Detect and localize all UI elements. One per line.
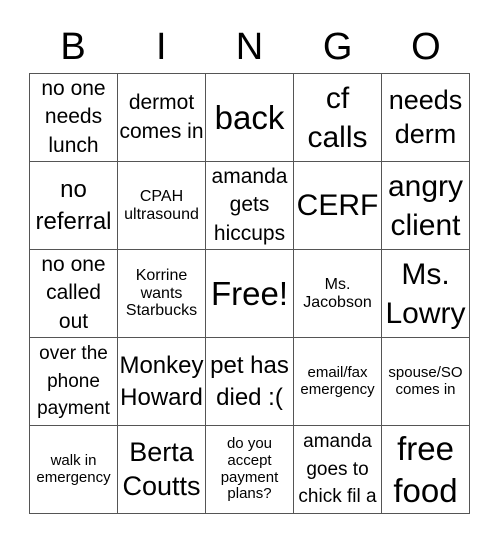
bingo-cell[interactable]: Ms. Jacobson: [294, 250, 382, 338]
header-letter-i: I: [156, 26, 167, 68]
bingo-cell[interactable]: CPAH ultrasound: [118, 162, 206, 250]
bingo-cell[interactable]: cf calls: [294, 74, 382, 162]
header-letter-b: B: [60, 26, 86, 68]
bingo-cell[interactable]: free food: [382, 426, 470, 514]
bingo-cell[interactable]: amanda goes to chick fil a: [294, 426, 382, 514]
bingo-cell[interactable]: amanda gets hiccups: [206, 162, 294, 250]
header-letter-n: N: [235, 26, 264, 68]
bingo-cell[interactable]: angry client: [382, 162, 470, 250]
bingo-cell[interactable]: over the phone payment: [30, 338, 118, 426]
bingo-cell[interactable]: dermot comes in: [118, 74, 206, 162]
bingo-cell[interactable]: CERF: [294, 162, 382, 250]
bingo-cell[interactable]: spouse/SO comes in: [382, 338, 470, 426]
bingo-grid: no one needs lunch dermot comes in back …: [29, 73, 470, 514]
bingo-cell[interactable]: walk in emergency: [30, 426, 118, 514]
bingo-cell[interactable]: Korrine wants Starbucks: [118, 250, 206, 338]
bingo-cell[interactable]: no one called out: [30, 250, 118, 338]
header-letter-o: O: [411, 26, 441, 68]
bingo-cell[interactable]: no referral: [30, 162, 118, 250]
bingo-cell[interactable]: Berta Coutts: [118, 426, 206, 514]
bingo-cell[interactable]: needs derm: [382, 74, 470, 162]
bingo-cell[interactable]: Monkey Howard: [118, 338, 206, 426]
bingo-cell[interactable]: do you accept payment plans?: [206, 426, 294, 514]
bingo-header: B I N G O: [29, 22, 470, 72]
free-space[interactable]: Free!: [206, 250, 294, 338]
header-letter-g: G: [322, 26, 353, 68]
bingo-cell[interactable]: email/fax emergency: [294, 338, 382, 426]
bingo-cell[interactable]: no one needs lunch: [30, 74, 118, 162]
bingo-cell[interactable]: Ms. Lowry: [382, 250, 470, 338]
bingo-cell[interactable]: back: [206, 74, 294, 162]
bingo-cell[interactable]: pet has died :(: [206, 338, 294, 426]
